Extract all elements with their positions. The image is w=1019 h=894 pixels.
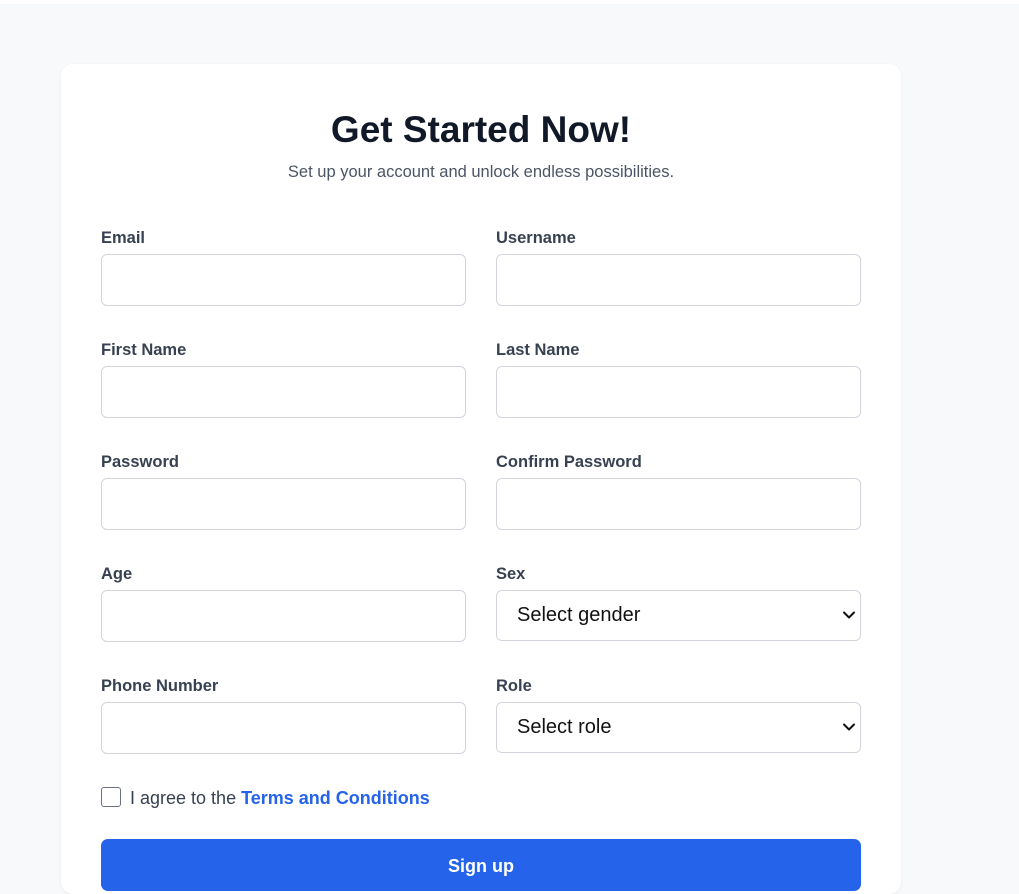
last-name-label: Last Name — [496, 341, 580, 359]
first-name-field[interactable] — [101, 366, 466, 418]
chevron-down-icon — [843, 723, 855, 731]
terms-row: I agree to the Terms and Conditions — [101, 786, 861, 808]
terms-checkbox[interactable] — [101, 787, 121, 807]
last-name-field[interactable] — [496, 366, 861, 418]
role-select-value: Select role — [517, 716, 612, 738]
sex-select[interactable]: Select gender — [496, 590, 861, 641]
sign-up-button[interactable]: Sign up — [101, 839, 861, 891]
email-field[interactable] — [101, 254, 466, 306]
role-label: Role — [496, 677, 532, 695]
confirm-password-field[interactable] — [496, 478, 861, 530]
chevron-down-icon — [843, 611, 855, 619]
username-field[interactable] — [496, 254, 861, 306]
terms-text: I agree to the Terms and Conditions — [130, 787, 430, 809]
age-label: Age — [101, 565, 133, 583]
confirm-password-label: Confirm Password — [496, 453, 642, 471]
page-title: Get Started Now! — [330, 109, 632, 150]
password-label: Password — [101, 453, 179, 471]
terms-link[interactable]: Terms and Conditions — [241, 788, 430, 808]
phone-number-label: Phone Number — [101, 677, 219, 695]
role-select[interactable]: Select role — [496, 702, 861, 753]
sex-select-value: Select gender — [517, 604, 641, 626]
password-field[interactable] — [101, 478, 466, 530]
age-field[interactable] — [101, 590, 466, 642]
first-name-label: First Name — [101, 341, 187, 359]
email-label: Email — [101, 229, 146, 247]
username-label: Username — [496, 229, 576, 247]
signup-card: Get Started Now! Set up your account and… — [61, 64, 901, 894]
phone-number-field[interactable] — [101, 702, 466, 754]
sex-label: Sex — [496, 565, 526, 583]
terms-prefix: I agree to the — [130, 788, 242, 808]
top-bar — [0, 0, 1019, 4]
page-subtitle: Set up your account and unlock endless p… — [287, 163, 675, 181]
